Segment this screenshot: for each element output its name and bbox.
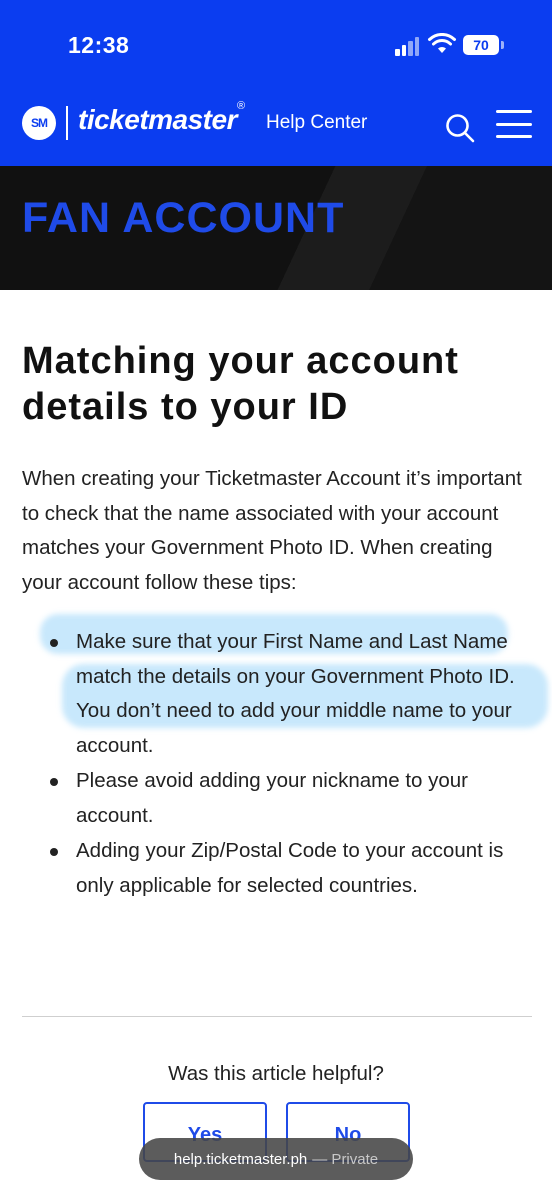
bullet-icon	[50, 639, 58, 647]
private-label: — Private	[312, 1150, 379, 1168]
menu-bar	[496, 135, 532, 138]
tip-text: Please avoid adding your nickname to you…	[76, 769, 469, 827]
tip-text: Make sure that your First Name and Last …	[76, 630, 515, 757]
article-title: Matching your account details to your ID	[22, 340, 459, 428]
hero-banner: FAN ACCOUNT	[0, 166, 552, 290]
list-item: Please avoid adding your nickname to you…	[50, 764, 530, 833]
list-item: Adding your Zip/Postal Code to your acco…	[50, 834, 530, 903]
ticketmaster-logo[interactable]: ticketmaster®	[78, 100, 245, 136]
browser-url-bar[interactable]: help.ticketmaster.ph — Private	[139, 1138, 413, 1180]
status-time: 12:38	[68, 32, 130, 58]
brand-text: ticketmaster	[78, 104, 237, 135]
header: 12:38 70 SM ticketmaster® Help Center	[0, 0, 552, 166]
list-item: Make sure that your First Name and Last …	[50, 625, 530, 763]
hero-title: FAN ACCOUNT	[22, 194, 345, 242]
bullet-icon	[50, 848, 58, 856]
signal-icon	[395, 36, 419, 56]
bullet-icon	[50, 778, 58, 786]
battery-icon: 70	[463, 35, 499, 55]
nav-bar: SM ticketmaster® Help Center	[0, 92, 552, 166]
divider	[22, 1016, 532, 1017]
wifi-icon	[428, 33, 456, 53]
feedback-question: Was this article helpful?	[168, 1062, 384, 1085]
menu-bar	[496, 110, 532, 113]
search-icon[interactable]	[444, 112, 476, 144]
url-text: help.ticketmaster.ph	[173, 1150, 308, 1168]
menu-bar	[496, 122, 532, 126]
battery-tip	[501, 41, 504, 49]
logo-divider	[66, 106, 68, 140]
menu-icon[interactable]	[496, 110, 532, 138]
article-intro: When creating your Ticketmaster Account …	[22, 467, 522, 594]
help-center-label[interactable]: Help Center	[266, 112, 367, 134]
sm-logo[interactable]: SM	[22, 106, 56, 140]
tips-list: Make sure that your First Name and Last …	[50, 625, 530, 904]
tip-text: Adding your Zip/Postal Code to your acco…	[76, 839, 504, 897]
registered-mark: ®	[236, 99, 245, 112]
status-bar: 12:38 70	[0, 0, 552, 92]
